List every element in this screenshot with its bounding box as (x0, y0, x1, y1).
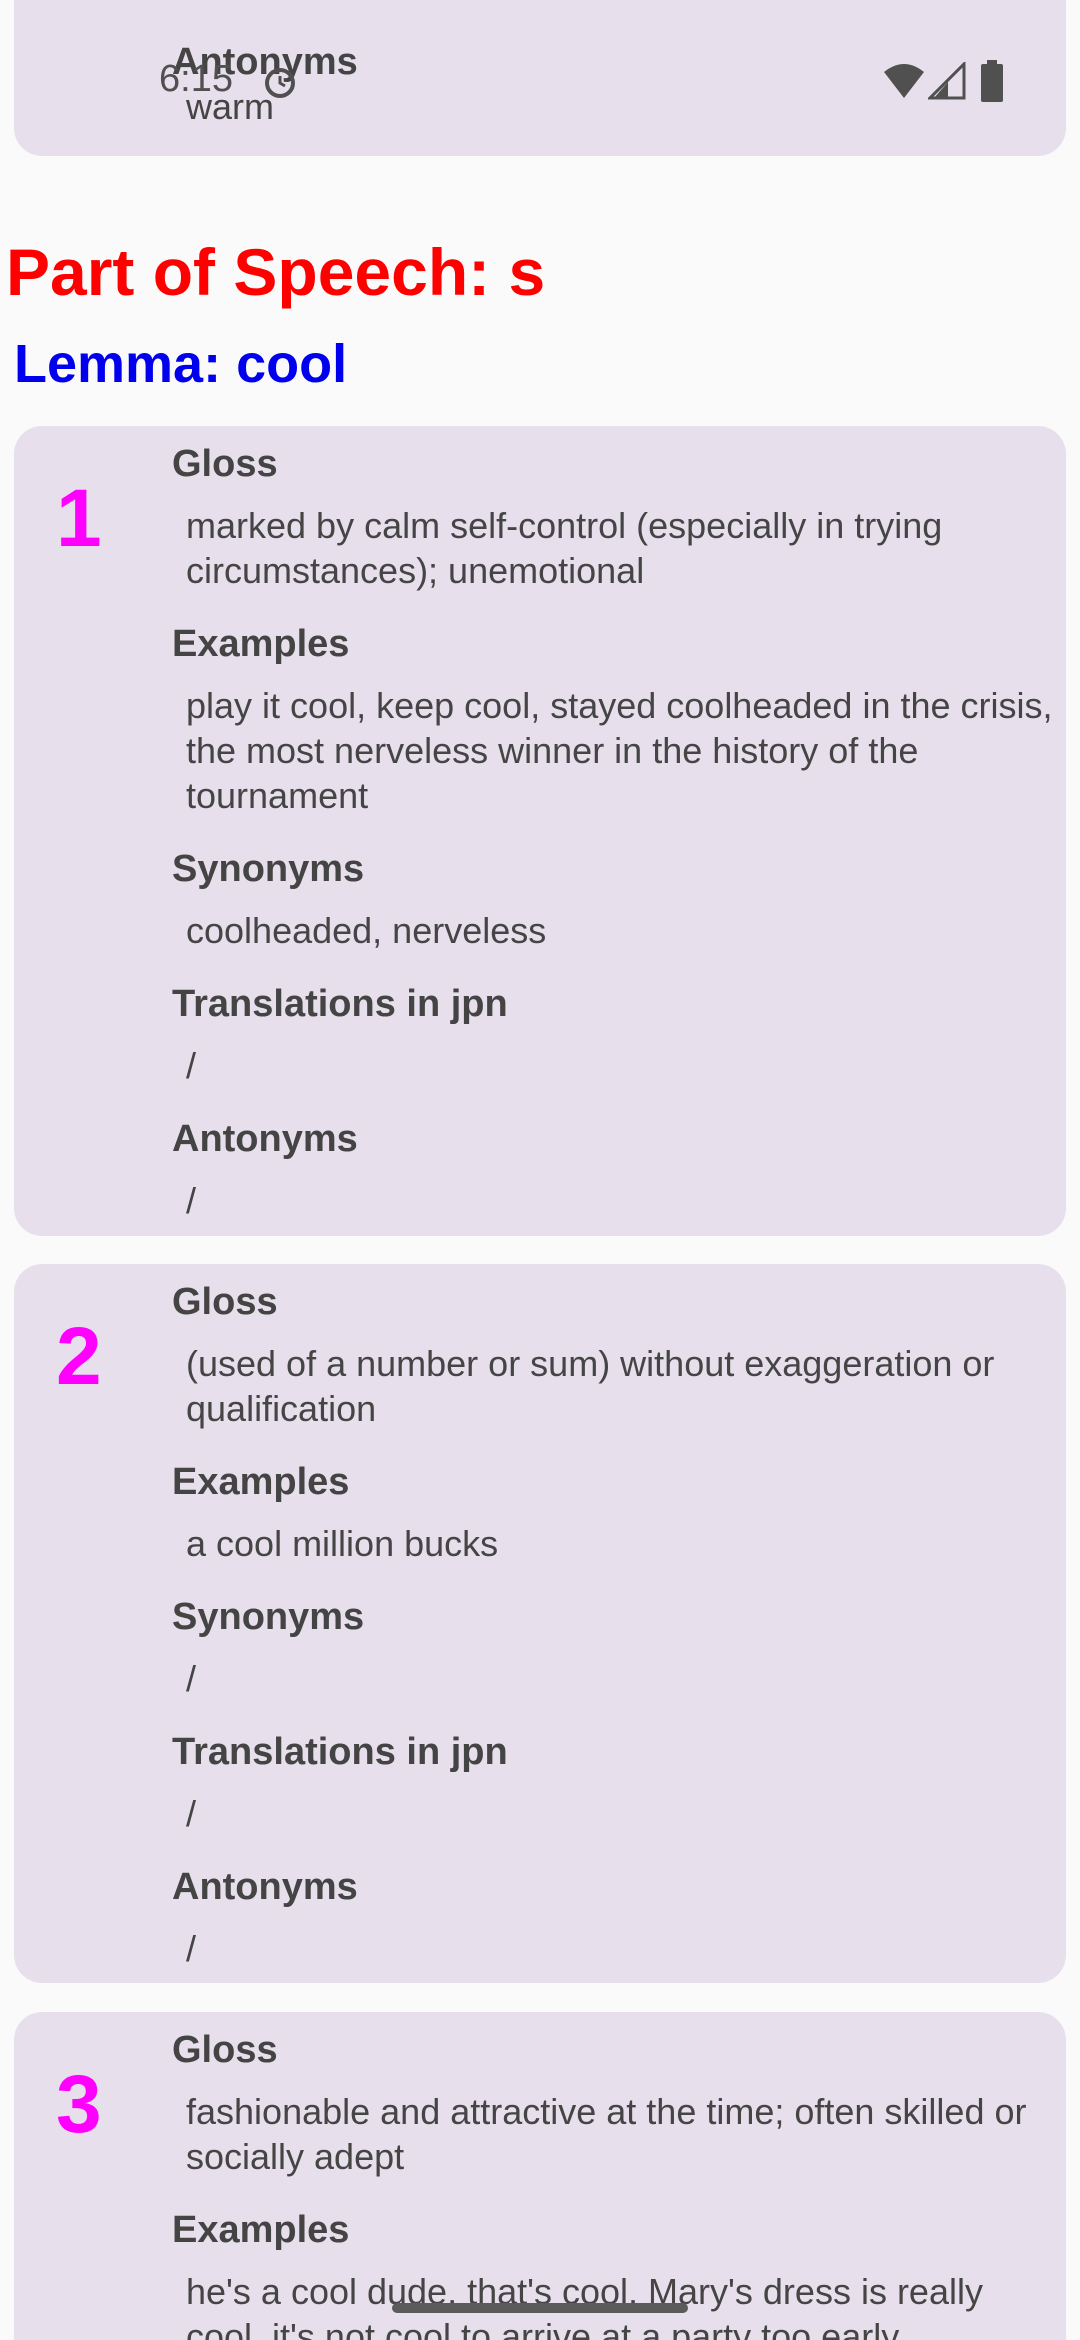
sense-number: 1 (56, 473, 102, 564)
examples-heading: Examples (172, 2209, 350, 2251)
antonyms-text: / (186, 1180, 197, 1221)
synonyms-heading: Synonyms (172, 1596, 365, 1638)
synonyms-heading: Synonyms (172, 848, 365, 890)
sense-card-1[interactable]: 1 Gloss marked by calm self-control (esp… (14, 426, 1066, 1236)
translations-text: / (186, 1045, 197, 1086)
examples-text: play it cool, keep cool, stayed coolhead… (186, 685, 1053, 816)
home-gesture-handle[interactable] (392, 2303, 688, 2313)
sense-card-2[interactable]: 2 Gloss (used of a number or sum) withou… (14, 1264, 1066, 1983)
antonyms-heading: Antonyms (172, 1118, 358, 1160)
examples-text: a cool million bucks (186, 1523, 499, 1564)
gloss-heading: Gloss (172, 443, 278, 485)
sense-number: 3 (56, 2059, 102, 2150)
sense-number: 2 (56, 1311, 102, 1402)
part-of-speech-heading: Part of Speech: s (6, 235, 546, 309)
antonyms-value: warm (186, 86, 274, 127)
translations-heading: Translations in jpn (172, 1731, 508, 1773)
synonyms-text: / (186, 1658, 197, 1699)
previous-sense-card: Antonyms warm (14, 0, 1066, 156)
gloss-text: fashionable and attractive at the time; … (186, 2091, 1027, 2177)
gloss-text: marked by calm self-control (especially … (186, 505, 943, 591)
examples-heading: Examples (172, 1461, 350, 1503)
synonyms-text: coolheaded, nerveless (186, 910, 547, 951)
lemma-heading: Lemma: cool (14, 334, 348, 394)
gloss-heading: Gloss (172, 1281, 278, 1323)
gloss-text: (used of a number or sum) without exagge… (186, 1343, 995, 1429)
antonyms-text: / (186, 1928, 197, 1969)
translations-heading: Translations in jpn (172, 983, 508, 1025)
antonyms-heading: Antonyms (172, 41, 358, 83)
translations-text: / (186, 1793, 197, 1834)
antonyms-heading: Antonyms (172, 1866, 358, 1908)
gloss-heading: Gloss (172, 2029, 278, 2071)
sense-card-3[interactable]: 3 Gloss fashionable and attractive at th… (14, 2012, 1066, 2340)
examples-heading: Examples (172, 623, 350, 665)
